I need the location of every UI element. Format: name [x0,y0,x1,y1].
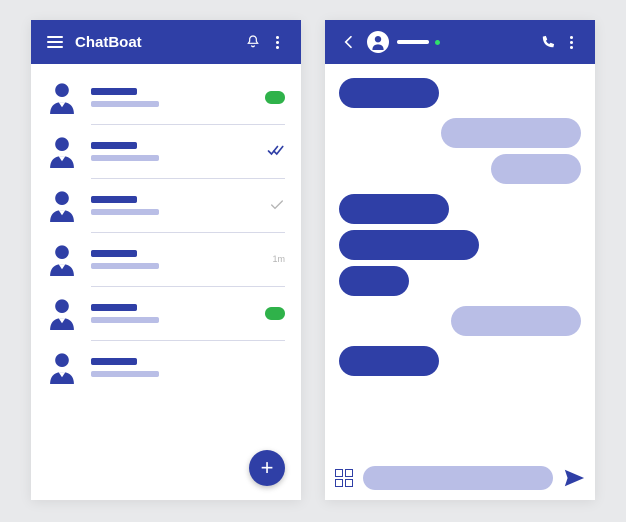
contacts-screen: ChatBoat [31,20,301,500]
plus-icon: + [261,457,274,479]
avatar-icon [45,296,79,330]
composer [325,456,595,500]
contact-status [249,307,285,320]
message-bubble[interactable] [339,266,409,296]
message-bubble[interactable] [451,306,581,336]
messages-area[interactable] [325,64,595,456]
notifications-icon[interactable] [241,30,265,54]
chat-contact-name [397,40,429,44]
contact-text [91,142,237,161]
contact-preview [91,101,159,107]
more-icon[interactable] [559,30,583,54]
time-label: 1m [249,254,285,264]
unread-badge [265,307,285,320]
chat-avatar[interactable] [367,31,389,53]
contacts-header: ChatBoat [31,20,301,64]
contact-preview [91,209,159,215]
online-indicator [435,40,440,45]
message-bubble[interactable] [339,346,439,376]
contact-text [91,250,237,269]
avatar-icon [45,350,79,384]
contact-row[interactable]: 1m [31,232,301,286]
app-title: ChatBoat [75,34,241,51]
new-chat-button[interactable]: + [249,450,285,486]
message-bubble[interactable] [339,230,479,260]
message-group [339,118,581,184]
contact-text [91,304,237,323]
message-group [339,194,581,296]
contact-preview [91,371,159,377]
avatar-icon [45,134,79,168]
contact-preview [91,263,159,269]
message-group [339,306,581,336]
contact-row[interactable] [31,124,301,178]
message-group [339,346,581,376]
contact-status [249,91,285,104]
contact-text [91,88,237,107]
contact-name [91,358,137,365]
message-input[interactable] [363,466,553,490]
sent-icon [249,197,285,213]
contact-row[interactable] [31,286,301,340]
contacts-list: 1m + [31,64,301,500]
avatar-icon [45,242,79,276]
chat-screen [325,20,595,500]
contact-name [91,196,137,203]
message-bubble[interactable] [339,194,449,224]
message-bubble[interactable] [491,154,581,184]
unread-badge [265,91,285,104]
menu-icon[interactable] [43,30,67,54]
message-group [339,78,581,108]
avatar-icon [45,80,79,114]
contact-name [91,304,137,311]
contact-preview [91,155,159,161]
more-icon[interactable] [265,30,289,54]
read-icon [249,142,285,160]
contact-name [91,88,137,95]
back-icon[interactable] [337,30,361,54]
message-bubble[interactable] [441,118,581,148]
contact-text [91,358,237,377]
call-icon[interactable] [535,30,559,54]
chat-header [325,20,595,64]
contact-row[interactable] [31,70,301,124]
contact-row[interactable] [31,178,301,232]
contact-text [91,196,237,215]
contact-name [91,142,137,149]
chat-name-area [397,40,535,45]
apps-icon[interactable] [335,469,353,487]
contact-name [91,250,137,257]
send-button[interactable] [563,467,585,489]
contact-preview [91,317,159,323]
message-bubble[interactable] [339,78,439,108]
contact-row[interactable] [31,340,301,394]
avatar-icon [45,188,79,222]
time-text: 1m [272,254,285,264]
